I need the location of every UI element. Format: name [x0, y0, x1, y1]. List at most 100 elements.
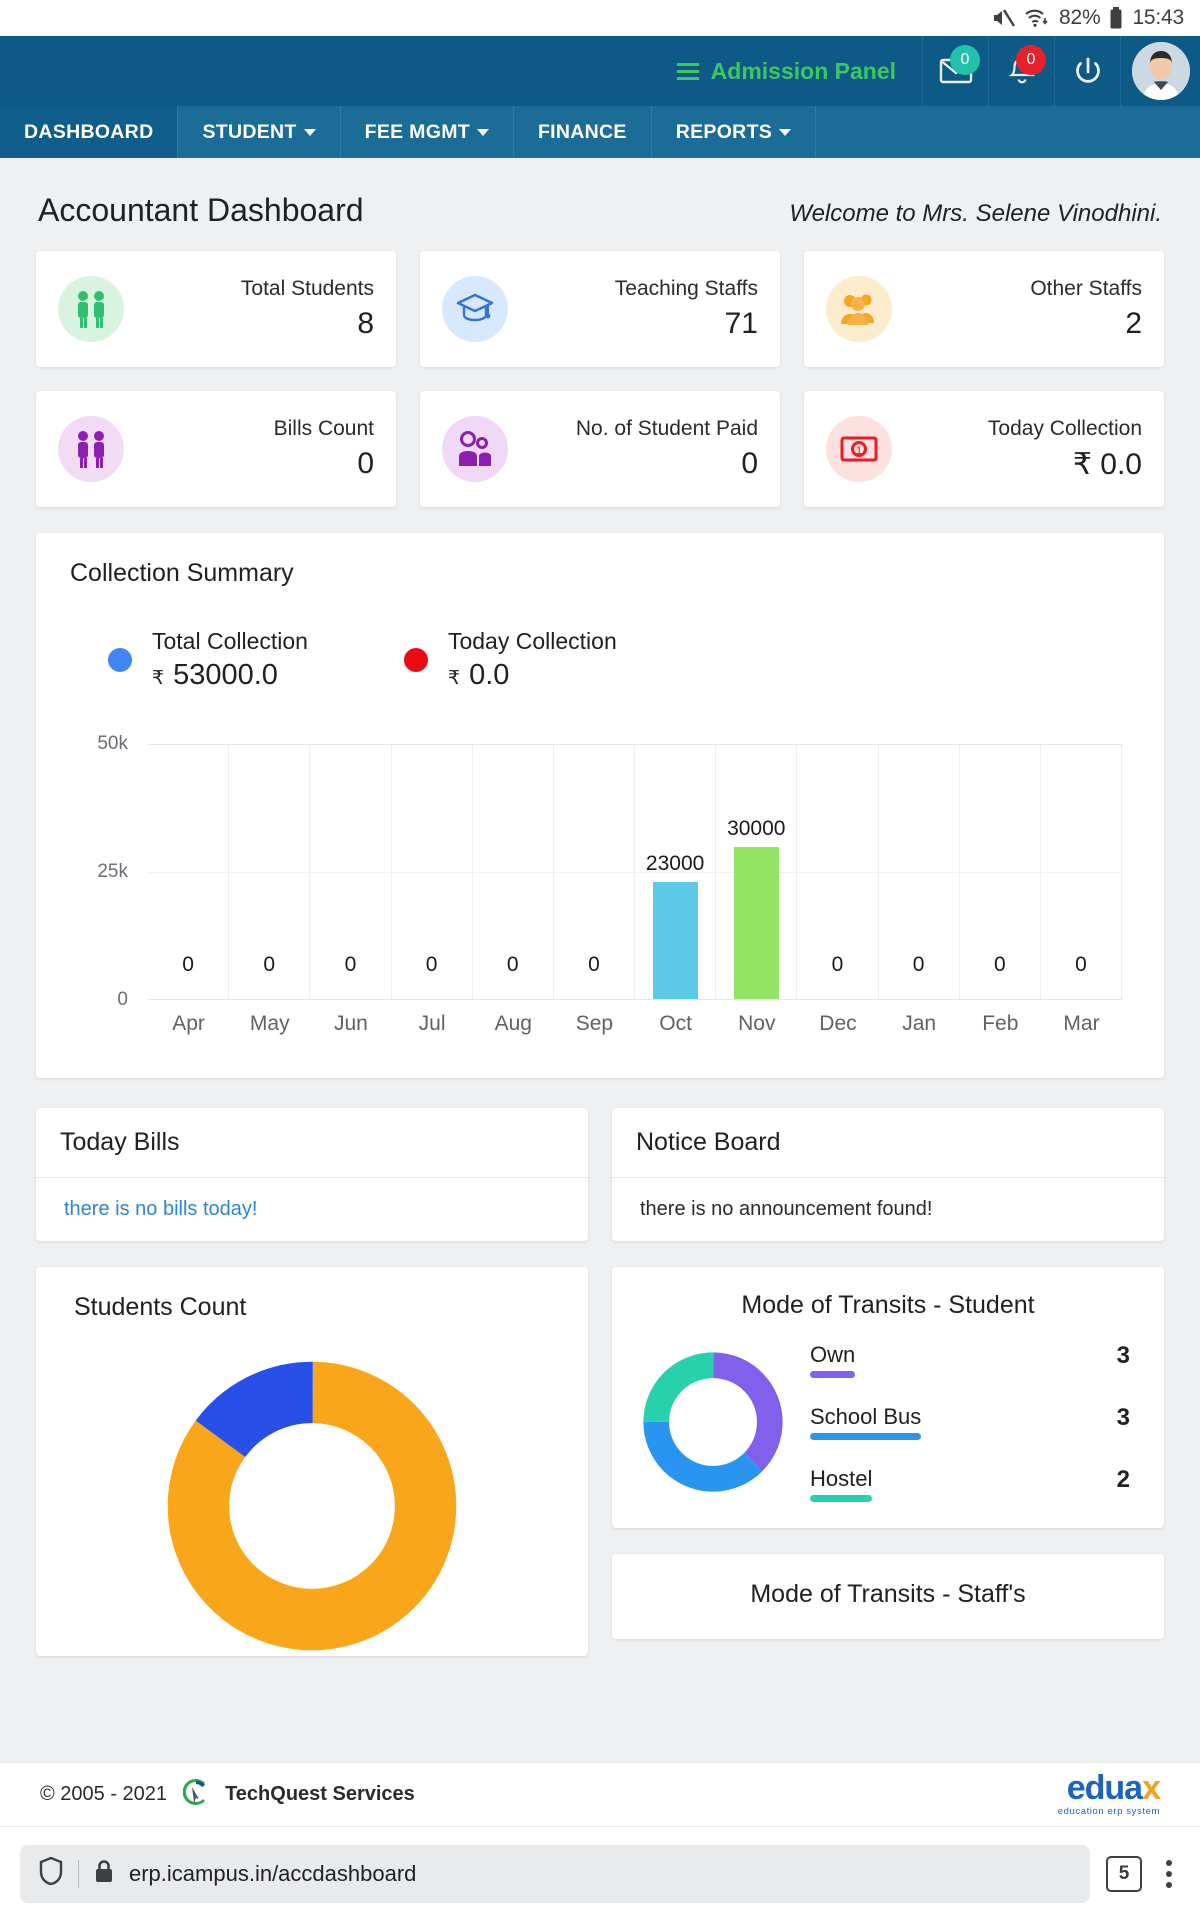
today-bills-title: Today Bills [36, 1108, 588, 1178]
stat-value: 0 [357, 447, 374, 480]
collection-legend: Total Collection ₹ 53000.0 Today Collect… [70, 628, 1130, 692]
legend-total-label: Total Collection [152, 628, 308, 654]
transit-value: 3 [1116, 1404, 1130, 1431]
legend-total-collection: Total Collection ₹ 53000.0 [108, 628, 308, 692]
app-header: Admission Panel 0 0 [0, 36, 1200, 106]
transit-legend-item-own[interactable]: Own 3 [810, 1342, 1130, 1378]
y-axis: 50k 25k 0 [70, 733, 138, 1010]
chevron-down-icon [476, 128, 489, 136]
y-tick: 0 [117, 989, 128, 1010]
people-group-icon [826, 276, 892, 342]
stat-value: 0 [741, 447, 758, 480]
legend-today-value: 0.0 [469, 659, 510, 691]
browser-toolbar: erp.icampus.in/accdashboard 5 [0, 1826, 1200, 1920]
x-axis-label: Feb [982, 1012, 1019, 1035]
techquest-logo-icon [182, 1778, 209, 1812]
x-axis-label: May [249, 1012, 290, 1035]
nav-student-label: STUDENT [202, 120, 297, 143]
nav-finance[interactable]: FINANCE [514, 106, 652, 158]
stat-label: No. of Student Paid [575, 417, 758, 440]
students-count-title: Students Count [74, 1293, 247, 1321]
stat-value: 2 [1125, 307, 1142, 340]
stat-value: ₹ 0.0 [1072, 447, 1142, 481]
chart-bar-column[interactable]: 0 [554, 745, 636, 999]
url-bar[interactable]: erp.icampus.in/accdashboard [20, 1844, 1090, 1903]
chart-bar[interactable] [652, 882, 698, 999]
transit-value: 2 [1116, 1466, 1130, 1493]
list-icon [676, 62, 699, 80]
nav-student[interactable]: STUDENT [178, 106, 341, 158]
transit-legend-item-hostel[interactable]: Hostel 2 [810, 1466, 1130, 1502]
shield-icon[interactable] [38, 1856, 64, 1891]
transit-label: Hostel [810, 1466, 873, 1491]
x-axis-label: Apr [172, 1012, 205, 1035]
transit-color-bar [810, 1371, 856, 1378]
chart-bar-column[interactable]: 0 [473, 745, 554, 999]
chart-plot-area: 0 0 0 0 0 0 23000 30000 0 0 0 0 [148, 744, 1123, 1000]
page-footer: © 2005 - 2021 TechQuest Services eduax e… [0, 1762, 1200, 1826]
chart-bar-column[interactable]: 0 [229, 745, 311, 999]
legend-today-collection: Today Collection ₹ 0.0 [403, 628, 617, 692]
x-axis-label: Dec [819, 1012, 857, 1035]
notifications-button[interactable]: 0 [988, 36, 1054, 106]
nav-reports-label: REPORTS [675, 120, 773, 143]
stat-card-other-staffs[interactable]: Other Staffs 2 [804, 251, 1164, 367]
eduax-edu: edu [1066, 1768, 1125, 1807]
nav-reports[interactable]: REPORTS [652, 106, 817, 158]
transit-label: School Bus [810, 1404, 922, 1429]
stat-card-students-paid[interactable]: No. of Student Paid 0 [420, 391, 780, 507]
chart-bar-column[interactable]: 0 [1041, 745, 1123, 999]
stat-card-bills-count[interactable]: Bills Count 0 [36, 391, 396, 507]
chart-bar[interactable] [733, 846, 779, 999]
transit-legend-item-school-bus[interactable]: School Bus 3 [810, 1404, 1130, 1440]
messages-button[interactable]: 0 [922, 36, 988, 106]
stat-cards-row-1: Total Students 8 Teaching Staffs 71 Othe… [36, 251, 1164, 367]
x-axis-label: Jan [902, 1012, 937, 1035]
page-title: Accountant Dashboard [38, 192, 364, 228]
stat-card-teaching-staffs[interactable]: Teaching Staffs 71 [420, 251, 780, 367]
stat-card-total-students[interactable]: Total Students 8 [36, 251, 396, 367]
nav-dashboard-label: DASHBOARD [24, 120, 154, 143]
nav-dashboard[interactable]: DASHBOARD [0, 106, 179, 158]
notice-board-title: Notice Board [612, 1108, 1164, 1178]
lock-icon [93, 1858, 115, 1889]
bar-value-label: 0 [182, 953, 194, 976]
legend-dot-total [108, 648, 132, 672]
chart-bar-column[interactable]: 0 [392, 745, 473, 999]
transits-staff-panel: Mode of Transits - Staff's [612, 1554, 1164, 1639]
x-axis-label: Oct [659, 1012, 692, 1035]
tab-count-button[interactable]: 5 [1106, 1855, 1142, 1892]
stat-label: Other Staffs [1030, 277, 1142, 300]
wifi-icon [1024, 7, 1050, 29]
stat-card-today-collection[interactable]: 1 Today Collection ₹ 0.0 [804, 391, 1164, 507]
notice-board-panel: Notice Board there is no announcement fo… [612, 1108, 1164, 1241]
transit-value: 3 [1116, 1342, 1130, 1369]
students-count-donut [66, 1356, 558, 1656]
students-couple-icon [58, 276, 124, 342]
page-content: Accountant Dashboard Welcome to Mrs. Sel… [0, 158, 1200, 1762]
x-axis-label: Jun [334, 1012, 368, 1035]
chart-bar-column[interactable]: 0 [879, 745, 960, 999]
today-bills-message[interactable]: there is no bills today! [36, 1178, 588, 1241]
bar-value-label: 0 [1075, 953, 1087, 976]
admission-panel-label: Admission Panel [710, 57, 896, 84]
chart-bar-column[interactable]: 0 [310, 745, 392, 999]
clock: 15:43 [1132, 6, 1184, 29]
logout-button[interactable] [1054, 36, 1120, 106]
nav-fee-mgmt[interactable]: FEE MGMT [341, 106, 514, 158]
kebab-menu-icon[interactable] [1158, 1859, 1180, 1888]
chart-bar-column[interactable]: 30000 [716, 745, 798, 999]
chart-bar-column[interactable]: 0 [960, 745, 1041, 999]
legend-today-label: Today Collection [447, 628, 617, 654]
chevron-down-icon [303, 128, 316, 136]
admission-panel-link[interactable]: Admission Panel [676, 36, 922, 106]
y-tick: 25k [97, 861, 128, 882]
collection-summary-title: Collection Summary [70, 559, 294, 587]
chart-bar-column[interactable]: 0 [797, 745, 879, 999]
bar-value-label: 0 [831, 953, 844, 976]
chart-bar-column[interactable]: 23000 [635, 745, 717, 999]
banknote-icon: 1 [826, 416, 892, 482]
user-avatar-button[interactable] [1120, 36, 1200, 106]
chart-bar-column[interactable]: 0 [148, 745, 230, 999]
legend-total-value: 53000.0 [173, 659, 278, 691]
